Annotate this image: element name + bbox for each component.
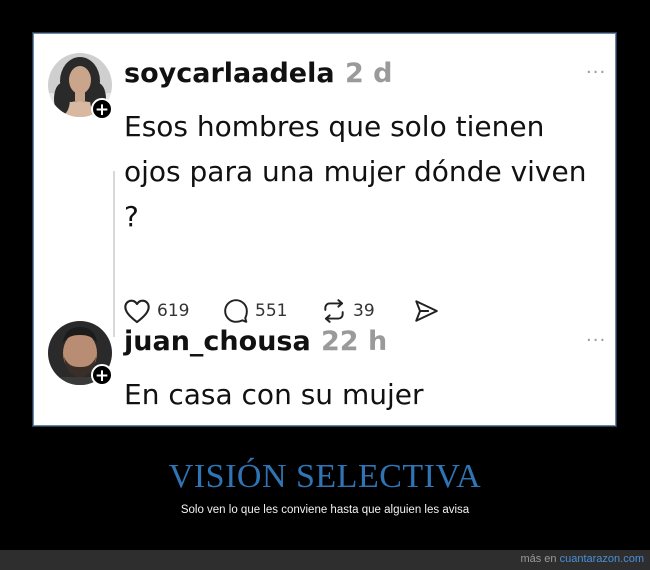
post-username[interactable]: juan_chousa: [124, 326, 311, 357]
post-card: + soycarlaadela 2 d ··· Esos hombres que…: [32, 32, 617, 427]
caption-subtitle: Solo ven lo que les conviene hasta que a…: [180, 504, 470, 516]
comment-button[interactable]: 551: [223, 297, 287, 325]
footer-prefix: más en: [520, 553, 560, 565]
post-timestamp: 2 d: [345, 58, 393, 89]
repost-count: 39: [353, 301, 375, 321]
comment-count: 551: [255, 301, 288, 321]
repost-icon: [324, 299, 344, 323]
post-text: Esos hombres que solo tienen ojos para u…: [124, 110, 587, 233]
caption-title: VISIÓN SELECTIVA: [168, 458, 482, 495]
more-options-icon[interactable]: ···: [586, 62, 606, 83]
post-text: En casa con su mujer: [124, 378, 424, 411]
like-button[interactable]: 619: [123, 297, 189, 325]
repost-button[interactable]: 39: [321, 297, 375, 325]
post-username[interactable]: soycarlaadela: [124, 58, 335, 89]
thread-connector-line: [113, 171, 115, 337]
comment-icon: [224, 299, 248, 323]
share-icon: [415, 300, 438, 322]
follow-plus-icon[interactable]: +: [91, 364, 113, 386]
footer-bar: más en cuantarazon.com: [0, 550, 650, 570]
share-button[interactable]: [412, 297, 440, 325]
like-count: 619: [157, 301, 190, 321]
post-timestamp: 22 h: [321, 326, 388, 357]
more-options-icon[interactable]: ···: [586, 330, 606, 351]
heart-icon: [124, 299, 150, 324]
follow-plus-icon[interactable]: +: [91, 98, 113, 120]
site-link[interactable]: cuantarazon.com: [560, 553, 644, 565]
footer-text: más en cuantarazon.com: [520, 553, 644, 565]
